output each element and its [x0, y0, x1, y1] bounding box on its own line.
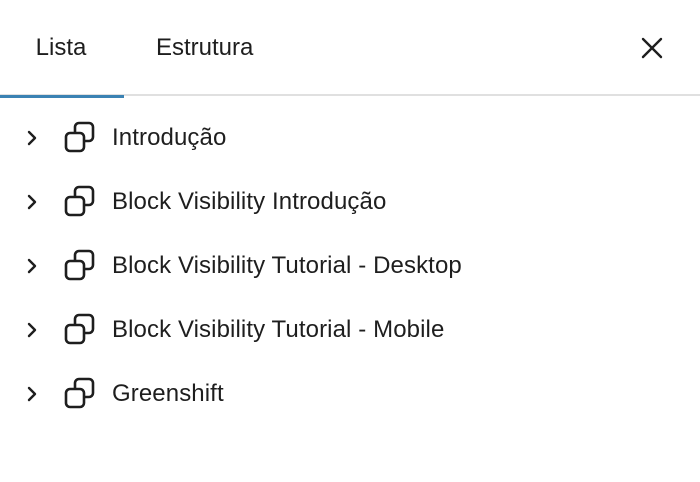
- chevron-right-icon[interactable]: [22, 384, 42, 404]
- list-item[interactable]: Block Visibility Tutorial - Mobile: [0, 298, 700, 362]
- tab-structure[interactable]: Estrutura: [156, 0, 253, 96]
- list-item[interactable]: Block Visibility Introdução: [0, 170, 700, 234]
- group-block-icon: [62, 120, 98, 156]
- close-icon: [641, 37, 663, 59]
- group-block-icon: [62, 248, 98, 284]
- list-item[interactable]: Block Visibility Tutorial - Desktop: [0, 234, 700, 298]
- tab-list[interactable]: Lista: [0, 0, 124, 98]
- group-block-icon: [62, 312, 98, 348]
- list-item-label: Block Visibility Tutorial - Desktop: [112, 252, 462, 279]
- group-block-icon: [62, 184, 98, 220]
- list-view-panel: Lista Estrutura Introdução Block Visibil…: [0, 0, 700, 482]
- list-item[interactable]: Introdução: [0, 106, 700, 170]
- block-list: Introdução Block Visibility Introdução B…: [0, 106, 700, 426]
- tab-list-label: Lista: [35, 34, 87, 61]
- chevron-right-icon[interactable]: [22, 256, 42, 276]
- list-item-label: Block Visibility Tutorial - Mobile: [112, 316, 445, 343]
- tab-bar: Lista Estrutura: [0, 0, 700, 98]
- chevron-right-icon[interactable]: [22, 320, 42, 340]
- tab-structure-label: Estrutura: [156, 34, 254, 61]
- list-item[interactable]: Greenshift: [0, 362, 700, 426]
- chevron-right-icon[interactable]: [22, 128, 42, 148]
- list-item-label: Block Visibility Introdução: [112, 188, 387, 215]
- list-item-label: Greenshift: [112, 380, 224, 407]
- list-item-label: Introdução: [112, 124, 227, 151]
- chevron-right-icon[interactable]: [22, 192, 42, 212]
- group-block-icon: [62, 376, 98, 412]
- close-button[interactable]: [638, 34, 666, 62]
